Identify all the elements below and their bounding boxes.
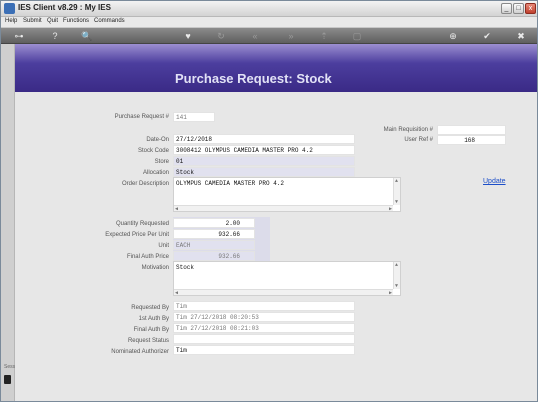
main-content: Purchase Request: Stock Purchase Request… bbox=[15, 44, 537, 401]
motivation-label: Motivation bbox=[141, 265, 169, 271]
user-ref-field[interactable]: 168 bbox=[437, 135, 506, 145]
order-description-label: Order Description bbox=[121, 181, 169, 187]
date-on-field[interactable]: 27/12/2018 bbox=[173, 134, 355, 144]
request-status-field bbox=[173, 334, 355, 344]
allocation-field[interactable]: Stock bbox=[173, 167, 355, 177]
motivation-scroll-up-icon[interactable]: ▲ bbox=[395, 262, 398, 268]
motivation-scroll-left-icon[interactable]: ◀ bbox=[175, 290, 178, 296]
key-icon[interactable]: ⊶ bbox=[9, 30, 29, 42]
motivation-scroll-right-icon[interactable]: ▶ bbox=[389, 290, 392, 296]
main-requisition-field[interactable] bbox=[437, 125, 506, 135]
maximize-button[interactable]: □ bbox=[513, 3, 524, 14]
menu-help[interactable]: Help bbox=[5, 18, 17, 24]
requested-by-label: Requested By bbox=[131, 305, 169, 311]
forward-icon[interactable]: » bbox=[285, 30, 297, 42]
search-icon[interactable]: 🔍 bbox=[81, 30, 93, 42]
document-icon[interactable] bbox=[4, 375, 11, 384]
motivation-horizontal-scrollbar[interactable]: ◀ ▶ bbox=[174, 289, 393, 296]
store-label: Store bbox=[154, 159, 169, 165]
toolbar: ⊶ ? 🔍 ♥ ↻ « » ⇡ ▢ ⊕ ✔ ✖ bbox=[1, 28, 537, 44]
add-icon[interactable]: ⊕ bbox=[447, 30, 459, 42]
update-link[interactable]: Update bbox=[483, 178, 506, 185]
stock-code-label: Stock Code bbox=[137, 148, 169, 154]
order-description-textarea[interactable]: OLYMPUS CAMEDIA MASTER PRO 4.2 ▲ ▼ ◀ ▶ bbox=[173, 177, 401, 212]
final-auth-price-field: 932.66 bbox=[173, 251, 255, 261]
refresh-icon[interactable]: ↻ bbox=[215, 30, 227, 42]
allocation-label: Allocation bbox=[142, 170, 169, 176]
order-description-text: OLYMPUS CAMEDIA MASTER PRO 4.2 bbox=[176, 180, 285, 187]
purchase-request-field: 141 bbox=[173, 112, 215, 122]
quantity-requested-label: Quantity Requested bbox=[115, 221, 169, 227]
unit-label: Unit bbox=[158, 243, 169, 249]
page-banner: Purchase Request: Stock bbox=[15, 44, 537, 92]
heart-icon[interactable]: ♥ bbox=[182, 30, 194, 42]
horizontal-scrollbar[interactable]: ◀ ▶ bbox=[174, 205, 393, 212]
final-auth-price-label: Final Auth Price bbox=[126, 254, 169, 260]
upload-icon[interactable]: ⇡ bbox=[318, 30, 330, 42]
nominated-authorizer-field[interactable]: Tim bbox=[173, 345, 355, 355]
close-icon[interactable]: ✖ bbox=[515, 30, 527, 42]
date-on-label: Date-On bbox=[146, 137, 169, 143]
final-auth-label: Final Auth By bbox=[133, 327, 169, 333]
menu-bar: Help Submit Quit Functions Commands bbox=[1, 17, 537, 28]
window-title: IES Client v8.29 : My IES bbox=[18, 3, 111, 12]
first-auth-field: Tim 27/12/2018 08:20:53 bbox=[173, 312, 355, 322]
minimize-button[interactable]: _ bbox=[501, 3, 512, 14]
close-window-button[interactable]: x bbox=[525, 3, 536, 14]
scroll-up-icon[interactable]: ▲ bbox=[395, 178, 398, 184]
stock-code-field[interactable]: 3008412 OLYMPUS CAMEDIA MASTER PRO 4.2 bbox=[173, 145, 355, 155]
final-auth-field: Tim 27/12/2018 08:21:03 bbox=[173, 323, 355, 333]
menu-submit[interactable]: Submit bbox=[23, 18, 42, 24]
request-status-label: Request Status bbox=[127, 338, 169, 344]
title-bar: IES Client v8.29 : My IES _ □ x bbox=[1, 1, 537, 17]
motivation-textarea[interactable]: Stock ▲ ▼ ◀ ▶ bbox=[173, 261, 401, 296]
ok-icon[interactable]: ✔ bbox=[481, 30, 493, 42]
vertical-scrollbar[interactable]: ▲ ▼ bbox=[393, 178, 400, 205]
app-window: IES Client v8.29 : My IES _ □ x Help Sub… bbox=[0, 0, 538, 402]
app-icon bbox=[4, 3, 15, 14]
motivation-scroll-down-icon[interactable]: ▼ bbox=[395, 283, 398, 289]
unit-field: EACH bbox=[173, 240, 255, 250]
expected-price-field[interactable]: 932.66 bbox=[173, 229, 255, 239]
scroll-right-icon[interactable]: ▶ bbox=[389, 206, 392, 212]
expected-price-label: Expected Price Per Unit bbox=[105, 232, 169, 238]
menu-quit[interactable]: Quit bbox=[47, 18, 58, 24]
menu-commands[interactable]: Commands bbox=[94, 18, 125, 24]
scroll-down-icon[interactable]: ▼ bbox=[395, 199, 398, 205]
help-icon[interactable]: ? bbox=[49, 30, 61, 42]
scroll-left-icon[interactable]: ◀ bbox=[175, 206, 178, 212]
nominated-authorizer-label: Nominated Authorizer bbox=[111, 349, 169, 355]
purchase-request-label: Purchase Request # bbox=[114, 114, 169, 120]
menu-functions[interactable]: Functions bbox=[63, 18, 89, 24]
session-label: Sess bbox=[4, 364, 16, 370]
main-requisition-label: Main Requisition # bbox=[383, 127, 433, 133]
requested-by-field: Tim bbox=[173, 301, 355, 311]
back-icon[interactable]: « bbox=[249, 30, 261, 42]
motivation-text: Stock bbox=[176, 264, 195, 271]
store-field[interactable]: 01 bbox=[173, 156, 355, 166]
motivation-vertical-scrollbar[interactable]: ▲ ▼ bbox=[393, 262, 400, 289]
first-auth-label: 1st Auth By bbox=[138, 316, 169, 322]
page-title: Purchase Request: Stock bbox=[175, 71, 332, 86]
quantity-requested-field[interactable]: 2.00 bbox=[173, 218, 255, 228]
stop-icon[interactable]: ▢ bbox=[351, 30, 363, 42]
